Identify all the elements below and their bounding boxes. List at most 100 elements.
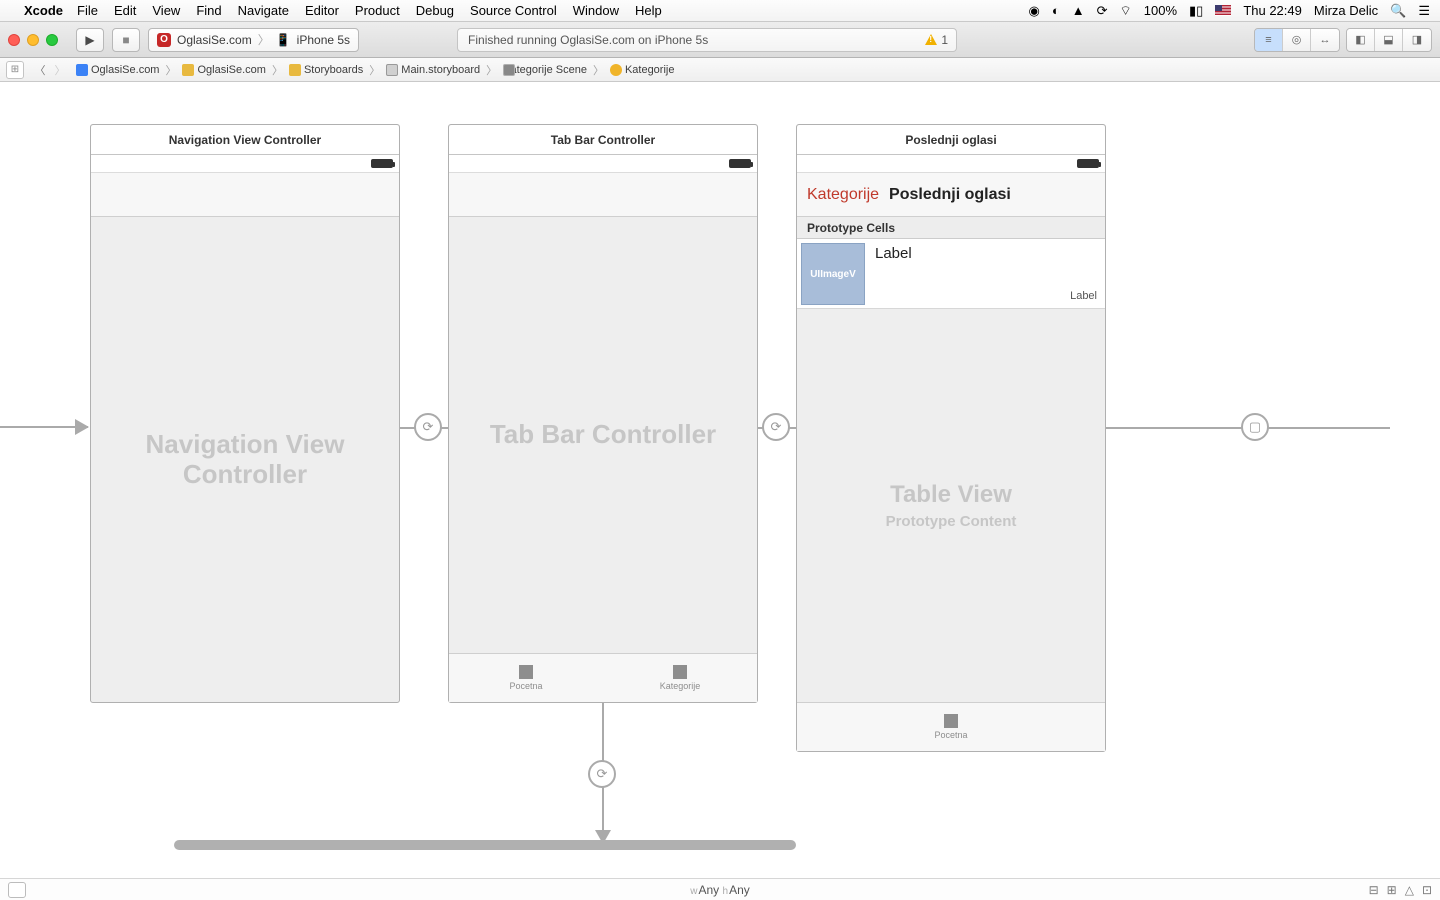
tab-kategorije[interactable]: Kategorije	[603, 654, 757, 702]
related-items-button[interactable]: ⊞	[6, 61, 24, 79]
battery-icon	[1077, 159, 1099, 168]
size-class-control[interactable]: wAny hAny	[690, 883, 750, 897]
wifi-icon[interactable]: ⌔	[1120, 3, 1132, 19]
run-button[interactable]: ▶	[76, 28, 104, 52]
scheme-app-icon: O	[157, 33, 171, 47]
tab-pocetna[interactable]: Pocetna	[449, 654, 603, 702]
crumb-scene[interactable]: Kategorije Scene	[499, 64, 591, 76]
viber-icon[interactable]: ◉	[1029, 3, 1040, 19]
nav-back-button[interactable]: Kategorije	[807, 186, 879, 204]
crumb-storyboard[interactable]: Main.storyboard	[382, 64, 484, 76]
scheme-selector[interactable]: O OglasiSe.com 〉 📱 iPhone 5s	[148, 28, 359, 52]
nav-title[interactable]: Poslednji oglasi	[889, 186, 1011, 204]
menu-help[interactable]: Help	[635, 3, 662, 18]
jump-forward-button[interactable]: 〉	[50, 62, 70, 78]
prototype-cells-header: Prototype Cells	[797, 217, 1105, 239]
scene-navigation-controller[interactable]: Navigation View Controller Navigation Vi…	[90, 124, 400, 703]
viewcontroller-icon	[610, 64, 622, 76]
menu-source-control[interactable]: Source Control	[470, 3, 557, 18]
crumb-group[interactable]: OglasiSe.com	[178, 64, 269, 76]
navigation-bar[interactable]	[91, 173, 399, 217]
standard-editor-button[interactable]: ≡	[1255, 29, 1283, 51]
relationship-segue-icon[interactable]: ⟳	[588, 760, 616, 788]
menu-product[interactable]: Product	[355, 3, 400, 18]
tab-bar[interactable]: Pocetna Kategorije	[449, 653, 757, 702]
activity-status[interactable]: Finished running OglasiSe.com on iPhone …	[457, 28, 957, 52]
stop-button[interactable]: ■	[112, 28, 140, 52]
scene-title[interactable]: Navigation View Controller	[91, 125, 399, 155]
pin-button[interactable]: ⊞	[1387, 883, 1397, 897]
scene-icon	[503, 64, 515, 76]
crumb-folder[interactable]: Storyboards	[285, 64, 367, 76]
app-name[interactable]: Xcode	[24, 3, 63, 18]
clock[interactable]: Thu 22:49	[1243, 3, 1302, 18]
battery-icon[interactable]: ▮▯	[1189, 3, 1203, 19]
panel-toggle-segmented[interactable]: ◧ ⬓ ◨	[1346, 28, 1432, 52]
tab-icon	[519, 665, 533, 679]
crumb-viewcontroller[interactable]: Kategorije	[606, 64, 679, 76]
scene-tab-bar-controller[interactable]: Tab Bar Controller Tab Bar Controller Po…	[448, 124, 758, 703]
window-controls	[8, 34, 58, 46]
menu-file[interactable]: File	[77, 3, 98, 18]
align-button[interactable]: ⊟	[1369, 883, 1379, 897]
minimize-window-button[interactable]	[27, 34, 39, 46]
sync-icon[interactable]: ⟳	[1097, 3, 1108, 19]
show-segue-icon[interactable]: ▢	[1241, 413, 1269, 441]
navigation-bar[interactable]	[449, 173, 757, 217]
editor-mode-segmented[interactable]: ≡ ◎ ↔	[1254, 28, 1340, 52]
relationship-segue-icon[interactable]: ⟳	[414, 413, 442, 441]
crumb-project[interactable]: OglasiSe.com	[72, 64, 163, 76]
cell-title-label[interactable]: Label	[875, 245, 912, 262]
cell-detail-label[interactable]: Label	[1070, 290, 1097, 302]
scene-title[interactable]: Tab Bar Controller	[449, 125, 757, 155]
chevron-right-icon: 〉	[258, 31, 270, 48]
toggle-utilities-button[interactable]: ◨	[1403, 29, 1431, 51]
dnd-icon[interactable]: ◐	[1052, 3, 1060, 18]
resolve-issues-button[interactable]: △	[1405, 883, 1414, 897]
notification-center-icon[interactable]: ☰	[1418, 3, 1430, 19]
statusbar	[91, 155, 399, 173]
menu-debug[interactable]: Debug	[416, 3, 454, 18]
menu-find[interactable]: Find	[196, 3, 221, 18]
menu-edit[interactable]: Edit	[114, 3, 136, 18]
xcode-toolbar: ▶ ■ O OglasiSe.com 〉 📱 iPhone 5s Finishe…	[0, 22, 1440, 58]
menu-navigate[interactable]: Navigate	[238, 3, 289, 18]
prototype-cell[interactable]: UIImageV Label Label	[797, 239, 1105, 309]
menu-view[interactable]: View	[152, 3, 180, 18]
statusbar	[797, 155, 1105, 173]
scheme-app-name: OglasiSe.com	[177, 33, 252, 47]
storyboard-canvas[interactable]: Navigation View Controller Navigation Vi…	[0, 82, 1440, 878]
relationship-segue-icon[interactable]: ⟳	[762, 413, 790, 441]
device-icon: 📱	[276, 33, 291, 47]
placeholder-subtitle: Prototype Content	[886, 513, 1017, 530]
tab-bar[interactable]: Pocetna	[797, 702, 1105, 751]
scheme-device: iPhone 5s	[297, 33, 350, 47]
issues-indicator[interactable]: 1	[925, 33, 948, 47]
close-window-button[interactable]	[8, 34, 20, 46]
assistant-editor-button[interactable]: ◎	[1283, 29, 1311, 51]
horizontal-scrollbar[interactable]	[174, 840, 796, 850]
document-outline-toggle[interactable]	[8, 882, 26, 898]
toggle-debug-button[interactable]: ⬓	[1375, 29, 1403, 51]
menu-window[interactable]: Window	[573, 3, 619, 18]
uiimageview-placeholder[interactable]: UIImageV	[801, 243, 865, 305]
resizing-button[interactable]: ⊡	[1422, 883, 1432, 897]
user-name[interactable]: Mirza Delic	[1314, 3, 1378, 18]
warning-icon	[925, 34, 937, 45]
zoom-window-button[interactable]	[46, 34, 58, 46]
scene-poslednji-oglasi[interactable]: Poslednji oglasi Kategorije Poslednji og…	[796, 124, 1106, 752]
folder-icon	[289, 64, 301, 76]
spotlight-icon[interactable]: 🔍	[1390, 3, 1406, 19]
tab-pocetna[interactable]: Pocetna	[797, 703, 1105, 751]
scene-title[interactable]: Poslednji oglasi	[797, 125, 1105, 155]
input-flag-icon[interactable]	[1215, 5, 1231, 16]
project-icon	[76, 64, 88, 76]
jump-back-button[interactable]: 〈	[30, 62, 50, 78]
drive-icon[interactable]: ▲	[1072, 3, 1085, 18]
navigation-bar[interactable]: Kategorije Poslednji oglasi	[797, 173, 1105, 217]
menu-editor[interactable]: Editor	[305, 3, 339, 18]
version-editor-button[interactable]: ↔	[1311, 29, 1339, 51]
toggle-navigator-button[interactable]: ◧	[1347, 29, 1375, 51]
initial-vc-arrow-icon[interactable]	[0, 426, 88, 428]
storyboard-icon	[386, 64, 398, 76]
